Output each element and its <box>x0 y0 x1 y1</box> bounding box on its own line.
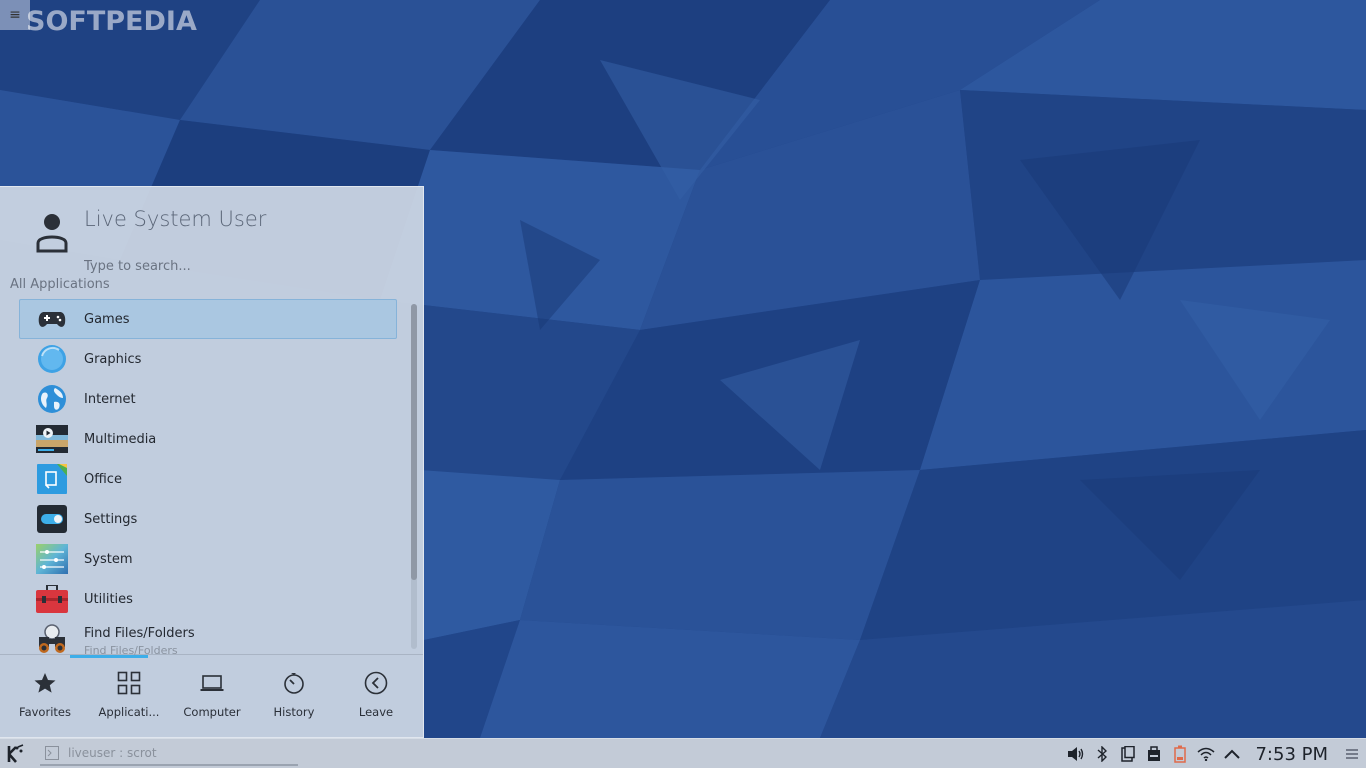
tabs-divider <box>0 654 423 655</box>
panel-menu-icon[interactable] <box>1342 739 1362 768</box>
taskbar: liveuser : scrot 7:53 PM <box>0 738 1366 768</box>
settings-toggle-icon <box>35 502 69 536</box>
kde-launcher-icon[interactable] <box>4 743 26 765</box>
app-item-office[interactable]: Office <box>19 459 397 499</box>
multimedia-icon <box>35 422 69 456</box>
tab-history[interactable]: History <box>252 661 336 725</box>
application-list: Games Graphics Internet Multimedia Offic… <box>19 299 397 655</box>
grid-icon <box>117 671 141 695</box>
app-item-settings[interactable]: Settings <box>19 499 397 539</box>
softpedia-watermark: SOFTPEDIA <box>26 6 197 37</box>
wifi-icon[interactable] <box>1193 739 1219 768</box>
app-item-label: Settings <box>84 511 138 527</box>
toolbox-icon <box>35 582 69 616</box>
app-item-system[interactable]: System <box>19 539 397 579</box>
usb-device-icon[interactable] <box>1141 739 1167 768</box>
search-input[interactable] <box>84 259 384 274</box>
battery-icon[interactable] <box>1167 739 1193 768</box>
app-item-label: Multimedia <box>84 431 157 447</box>
gamepad-icon <box>35 302 69 336</box>
app-item-multimedia[interactable]: Multimedia <box>19 419 397 459</box>
tab-leave[interactable]: Leave <box>334 661 418 725</box>
globe-icon <box>35 382 69 416</box>
focus-underline <box>70 655 148 658</box>
clipboard-icon[interactable] <box>1115 739 1141 768</box>
tab-label: History <box>273 705 315 719</box>
task-label: liveuser : scrot <box>68 746 157 760</box>
tab-label: Computer <box>183 705 241 719</box>
binoculars-icon <box>35 622 69 655</box>
terminal-icon <box>45 746 59 760</box>
app-item-label: Utilities <box>84 591 133 607</box>
volume-icon[interactable] <box>1063 739 1089 768</box>
leave-icon <box>364 671 388 695</box>
task-manager-entry[interactable]: liveuser : scrot <box>40 742 298 766</box>
app-item-label: Find Files/Folders <box>84 625 195 641</box>
app-item-label: Internet <box>84 391 136 407</box>
app-item-label: Graphics <box>84 351 142 367</box>
scrollbar-thumb[interactable] <box>411 304 417 580</box>
section-label: All Applications <box>10 277 110 292</box>
digital-clock[interactable]: 7:53 PM <box>1255 744 1328 765</box>
app-item-find-files[interactable]: Find Files/Folders Find Files/Folders <box>19 619 397 655</box>
tab-label: Leave <box>358 705 394 719</box>
app-item-utilities[interactable]: Utilities <box>19 579 397 619</box>
app-item-graphics[interactable]: Graphics <box>19 339 397 379</box>
application-launcher: Live System User All Applications Games <box>0 186 424 738</box>
bluetooth-icon[interactable] <box>1089 739 1115 768</box>
history-icon <box>284 673 304 694</box>
laptop-icon <box>200 675 224 691</box>
tab-label: Favorites <box>19 705 71 719</box>
app-item-internet[interactable]: Internet <box>19 379 397 419</box>
app-item-label: Games <box>84 311 130 327</box>
system-icon <box>35 542 69 576</box>
user-name: Live System User <box>84 207 267 231</box>
user-header: Live System User <box>30 207 410 274</box>
graphics-icon <box>35 342 69 376</box>
tab-label: Applicati... <box>98 705 160 719</box>
tab-favorites[interactable]: Favorites <box>3 661 87 725</box>
app-item-games[interactable]: Games <box>19 299 397 339</box>
star-icon <box>34 673 56 693</box>
system-tray: 7:53 PM <box>1063 739 1366 768</box>
launcher-tabs: Favorites Applicati... Computer History … <box>0 661 423 731</box>
tab-applications[interactable]: Applicati... <box>87 661 171 725</box>
expand-tray-icon[interactable] <box>1219 739 1245 768</box>
tab-computer[interactable]: Computer <box>170 661 254 725</box>
user-avatar-icon <box>36 214 68 253</box>
app-list-scrollbar[interactable] <box>411 304 417 649</box>
office-icon <box>35 462 69 496</box>
app-item-label: System <box>84 551 133 567</box>
app-item-label: Office <box>84 471 122 487</box>
